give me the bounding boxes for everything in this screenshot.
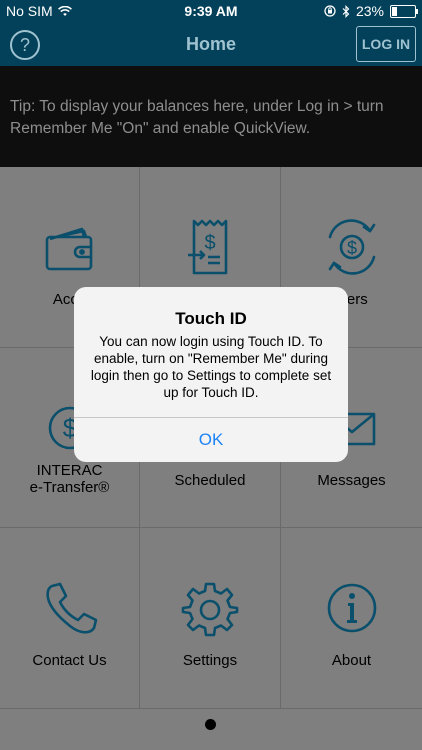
info-icon bbox=[327, 583, 376, 633]
tile-settings[interactable]: Settings bbox=[140, 528, 281, 709]
nav-bar: ? Home LOG IN bbox=[0, 22, 422, 66]
tile-label: INTERAC e-Transfer® bbox=[0, 462, 139, 496]
gear-icon bbox=[181, 582, 239, 637]
tip-line-2: Remember Me "On" and enable QuickView. bbox=[10, 120, 311, 137]
bluetooth-icon bbox=[342, 4, 350, 18]
page-indicator bbox=[0, 709, 422, 750]
login-button[interactable]: LOG IN bbox=[356, 26, 416, 62]
alert-message: You can now login using Touch ID. To ena… bbox=[90, 334, 332, 400]
orientation-lock-icon bbox=[324, 5, 336, 17]
tile-about[interactable]: About bbox=[281, 528, 422, 709]
status-bar: No SIM 9:39 AM 23% bbox=[0, 0, 422, 22]
tile-contact-us[interactable]: Contact Us bbox=[0, 528, 140, 709]
alert-title: Touch ID bbox=[175, 309, 247, 328]
svg-text:$: $ bbox=[346, 238, 356, 258]
tile-label-line-2: e-Transfer® bbox=[29, 479, 110, 496]
transfer-icon: $ bbox=[328, 219, 375, 275]
alert-ok-button[interactable]: OK bbox=[74, 418, 348, 462]
tip-banner: Tip: To display your balances here, unde… bbox=[0, 66, 422, 167]
wallet-icon bbox=[45, 227, 92, 271]
svg-text:$: $ bbox=[204, 232, 215, 254]
battery-icon bbox=[390, 4, 418, 18]
tile-label: Contact Us bbox=[32, 652, 107, 669]
touch-id-alert: Touch ID You can now login using Touch I… bbox=[74, 287, 348, 462]
page-dot-active[interactable] bbox=[205, 719, 216, 730]
phone-icon bbox=[45, 582, 97, 634]
tile-label: About bbox=[331, 652, 372, 669]
tip-line-1: Tip: To display your balances here, unde… bbox=[10, 98, 384, 115]
tile-label: Settings bbox=[182, 652, 238, 669]
tile-label: Scheduled bbox=[174, 472, 246, 489]
battery-level bbox=[392, 6, 398, 16]
tile-label-line-1: INTERAC bbox=[36, 462, 103, 479]
battery-percent: 23% bbox=[355, 3, 384, 19]
tile-label: Messages bbox=[317, 472, 386, 489]
bill-payment-icon: $ bbox=[188, 219, 228, 275]
